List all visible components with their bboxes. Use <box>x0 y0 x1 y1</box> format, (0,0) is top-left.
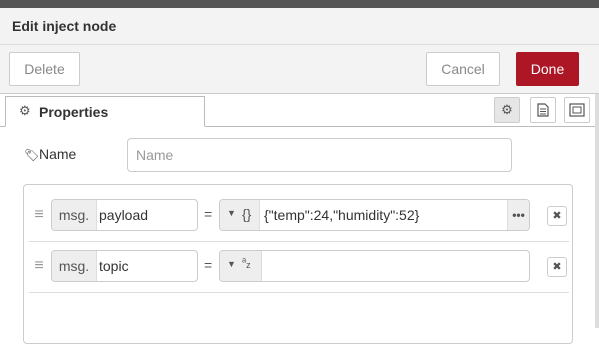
drag-handle-icon[interactable]: ≡ <box>32 257 46 275</box>
property-list: ≡ msg. payload = ▼ {} {"temp":24,"humidi… <box>23 184 573 344</box>
type-select[interactable]: ▼ {} <box>220 200 260 230</box>
name-input[interactable] <box>127 138 512 172</box>
property-value[interactable]: {"temp":24,"humidity":52} <box>264 200 419 230</box>
type-select[interactable]: ▼ ᵃz <box>220 251 262 281</box>
expand-editor-button[interactable]: ••• <box>507 200 529 230</box>
close-icon: ✖ <box>552 210 562 222</box>
remove-row-button[interactable]: ✖ <box>547 206 567 226</box>
property-name[interactable]: topic <box>99 251 129 281</box>
row-divider <box>29 292 569 293</box>
cancel-button[interactable]: Cancel <box>426 52 500 86</box>
tag-icon: 🏷︎ <box>24 148 40 162</box>
msg-prefix: msg. <box>52 200 97 230</box>
name-label-text: Name <box>39 146 77 162</box>
description-tab-button[interactable] <box>530 97 556 123</box>
string-type-icon: ᵃz <box>242 256 251 271</box>
top-bar <box>0 0 599 8</box>
property-name-field[interactable]: msg. payload <box>51 199 198 231</box>
json-type-icon: {} <box>242 206 252 222</box>
property-value-field[interactable]: ▼ ᵃz <box>219 250 530 282</box>
drag-handle-icon[interactable]: ≡ <box>32 206 46 224</box>
row-divider <box>29 241 569 242</box>
appearance-tab-button[interactable] <box>564 97 590 123</box>
settings-tab-button[interactable]: ⚙ <box>494 97 520 123</box>
msg-prefix: msg. <box>52 251 97 281</box>
gear-icon: ⚙ <box>19 103 31 118</box>
gear-icon: ⚙ <box>501 102 513 117</box>
delete-button[interactable]: Delete <box>9 52 80 86</box>
appearance-icon <box>569 103 585 117</box>
description-icon <box>537 103 549 117</box>
tray-header: Edit inject node <box>0 8 599 45</box>
tab-properties[interactable]: ⚙ Properties <box>5 96 205 127</box>
caret-down-icon: ▼ <box>227 208 236 218</box>
property-name[interactable]: payload <box>99 200 148 230</box>
equals-sign: = <box>204 257 213 273</box>
equals-sign: = <box>204 206 213 222</box>
name-label: 🏷︎Name <box>24 146 76 162</box>
caret-down-icon: ▼ <box>227 259 236 269</box>
remove-row-button[interactable]: ✖ <box>547 257 567 277</box>
done-button[interactable]: Done <box>516 52 579 86</box>
tray-toolbar: Delete Cancel Done <box>0 45 599 94</box>
property-value-field[interactable]: ▼ {} {"temp":24,"humidity":52} ••• <box>219 199 530 231</box>
close-icon: ✖ <box>552 261 562 273</box>
tray-title: Edit inject node <box>12 18 117 34</box>
property-name-field[interactable]: msg. topic <box>51 250 198 282</box>
scrollbar[interactable] <box>595 94 599 328</box>
tab-label: Properties <box>39 104 109 120</box>
